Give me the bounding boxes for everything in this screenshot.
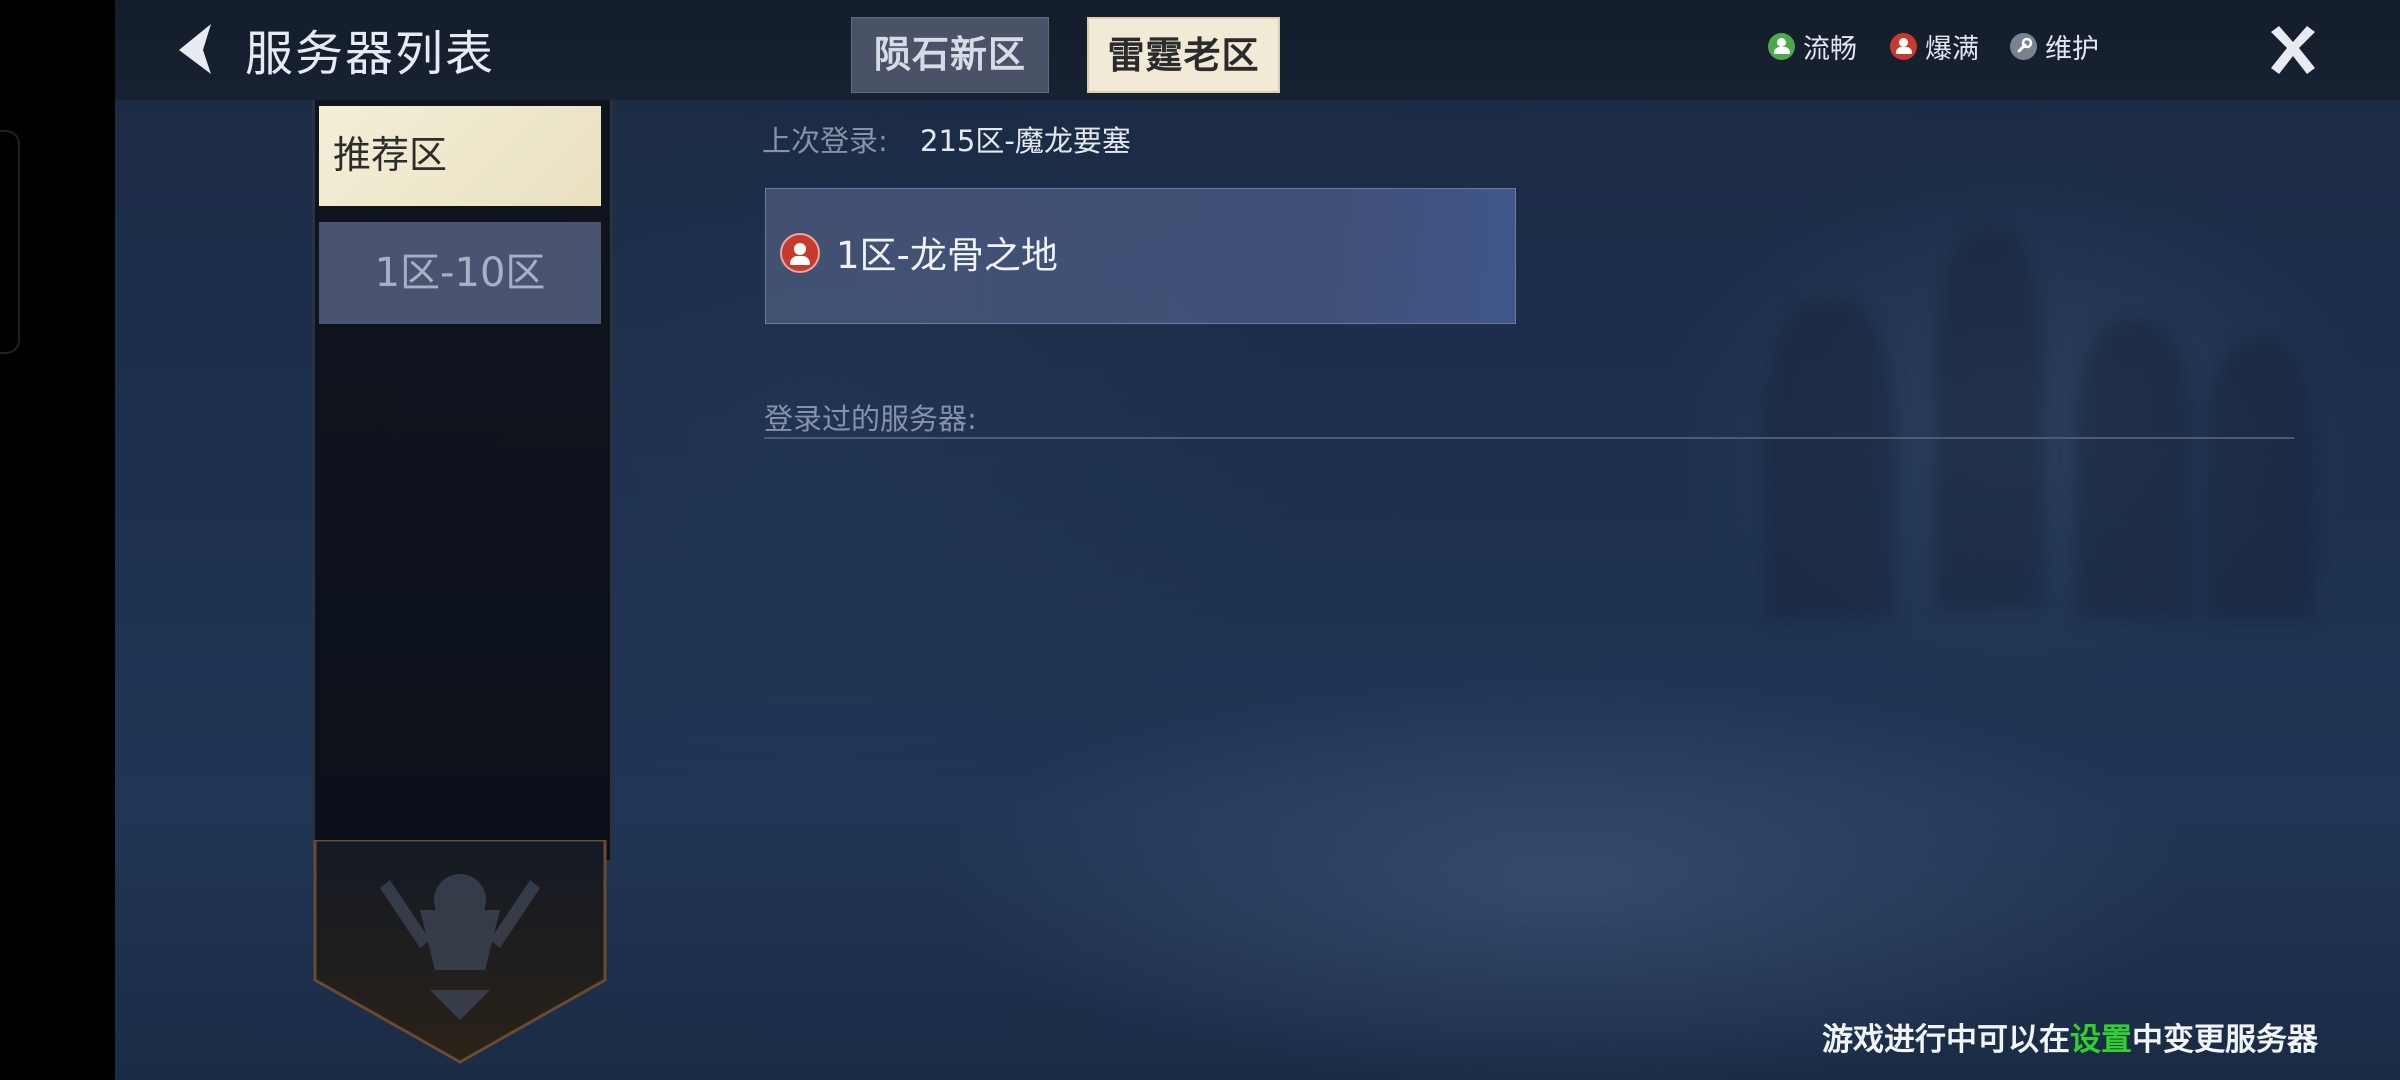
- legend-full: 爆满: [1890, 28, 1979, 65]
- server-list-screen: 服务器列表 陨石新区 雷霆老区 流畅 爆满 维护 推荐区 1区-10区 上次登录…: [115, 0, 2400, 1080]
- legend-label: 流畅: [1803, 33, 1857, 65]
- back-arrow-icon: [179, 24, 211, 74]
- legend-maintenance: 维护: [2010, 28, 2099, 65]
- sidebar-item-label: 推荐区: [333, 133, 448, 177]
- settings-link[interactable]: 设置: [2070, 1022, 2132, 1058]
- legend-smooth: 流畅: [1768, 28, 1857, 65]
- person-icon: [1890, 32, 1917, 60]
- background-figure: [1935, 230, 2045, 610]
- server-card[interactable]: 1区-龙骨之地: [765, 188, 1516, 324]
- background-figure: [2205, 340, 2315, 620]
- page-title: 服务器列表: [245, 26, 496, 82]
- background-figure: [2075, 320, 2195, 620]
- hint-suffix: 中变更服务器: [2132, 1022, 2318, 1058]
- top-bar: 服务器列表 陨石新区 雷霆老区 流畅 爆满 维护: [115, 0, 2400, 100]
- person-icon: [1768, 32, 1795, 60]
- background-figure: [1765, 300, 1895, 620]
- tab-thunder-old-zone[interactable]: 雷霆老区: [1087, 17, 1280, 93]
- tab-meteor-new-zone[interactable]: 陨石新区: [851, 17, 1049, 93]
- close-button[interactable]: [2265, 22, 2321, 78]
- legend-label: 爆满: [1925, 33, 1979, 65]
- sidebar-item-zone-1-10[interactable]: 1区-10区: [319, 222, 601, 324]
- history-section-label: 登录过的服务器:: [764, 402, 977, 436]
- legend-label: 维护: [2045, 33, 2099, 65]
- footer-hint: 游戏进行中可以在设置中变更服务器: [1822, 1014, 2318, 1059]
- screen-edge-indicator: [0, 130, 20, 354]
- last-login-label: 上次登录:: [762, 124, 888, 158]
- close-icon: [2271, 26, 2315, 74]
- sidebar-banner-emblem: [313, 840, 607, 1064]
- sidebar-item-label: 1区-10区: [374, 250, 546, 296]
- divider: [764, 437, 2294, 439]
- server-full-status-icon: [780, 233, 820, 273]
- last-login-server: 215区-魔龙要塞: [920, 124, 1131, 158]
- server-name: 1区-龙骨之地: [836, 234, 1058, 277]
- left-sidebar-panel: [312, 100, 613, 860]
- back-button[interactable]: [173, 20, 225, 78]
- wrench-icon: [2010, 32, 2037, 60]
- sidebar-item-recommend[interactable]: 推荐区: [319, 106, 601, 206]
- hint-prefix: 游戏进行中可以在: [1822, 1022, 2070, 1058]
